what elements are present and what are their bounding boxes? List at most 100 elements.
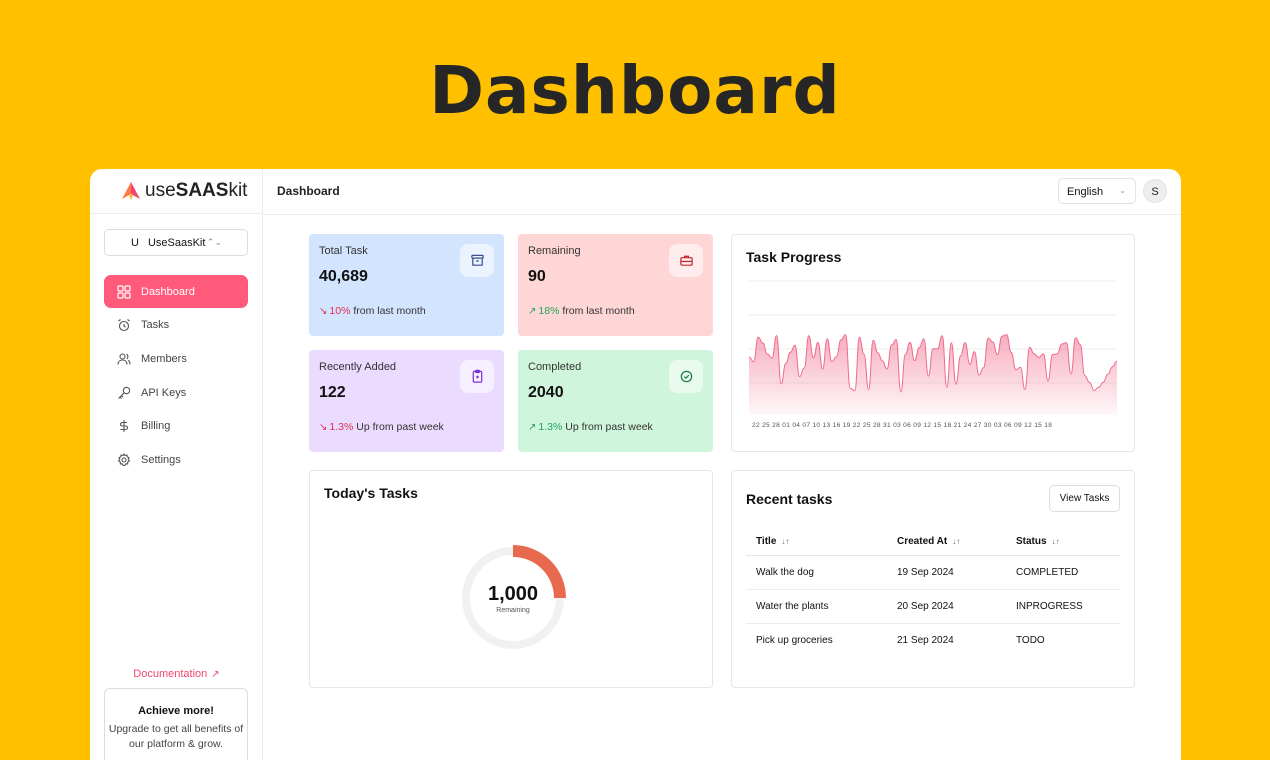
stat-pct: 10% bbox=[329, 305, 351, 317]
stat-icon-box bbox=[460, 244, 494, 277]
stat-value: 90 bbox=[528, 268, 546, 285]
x-tick-label: 21 bbox=[953, 422, 964, 429]
cell-title: Pick up groceries bbox=[756, 634, 833, 646]
app-window: use SAAS kit U UseSaasKit ⌃⌄ Dashboard Tas… bbox=[90, 169, 1181, 760]
x-tick-label: 04 bbox=[792, 422, 803, 429]
x-tick-label: 10 bbox=[812, 422, 823, 429]
documentation-label: Documentation bbox=[133, 668, 208, 680]
x-tick-label: 06 bbox=[1003, 422, 1015, 429]
recent-tasks-panel: Recent tasks View Tasks Title ↓↑ Created … bbox=[731, 470, 1135, 688]
x-tick-label: 22 bbox=[852, 422, 863, 429]
sidebar-item-label: Dashboard bbox=[141, 285, 195, 298]
topbar: Dashboard English ⌄ S bbox=[263, 169, 1181, 215]
stat-icon-box bbox=[669, 360, 703, 393]
language-value: English bbox=[1067, 186, 1104, 198]
x-tick-label: 31 bbox=[883, 422, 894, 429]
clipboard-icon bbox=[472, 369, 482, 383]
gear-icon bbox=[117, 452, 131, 466]
donut-value: 1,000 bbox=[487, 583, 539, 605]
recent-tasks-title: Recent tasks bbox=[746, 491, 833, 507]
x-tick-label: 27 bbox=[973, 422, 984, 429]
chevron-up-down-icon: ⌃⌄ bbox=[206, 237, 222, 247]
column-header-created-at[interactable]: Created At ↓↑ bbox=[887, 528, 1006, 556]
stat-card-remaining: Remaining 90 ↗ 18% from last month bbox=[518, 234, 713, 336]
stat-card-total-task: Total Task 40,689 ↘ 10% from last month bbox=[309, 234, 504, 336]
alarm-clock-icon bbox=[118, 319, 130, 332]
sidebar-item-label: Members bbox=[141, 352, 187, 365]
sidebar-item-tasks[interactable]: Tasks bbox=[104, 309, 248, 342]
users-icon bbox=[117, 353, 131, 365]
sort-icon: ↓↑ bbox=[781, 536, 790, 546]
upgrade-card[interactable]: Achieve more! Upgrade to get all benefit… bbox=[104, 688, 248, 760]
x-tick-label: 25 bbox=[862, 422, 873, 429]
upgrade-title: Achieve more! bbox=[138, 705, 214, 717]
table-row[interactable]: Walk the dog 19 Sep 2024 COMPLETED bbox=[746, 555, 1120, 590]
stat-icon-box bbox=[460, 360, 494, 393]
stat-trend: ↘ 1.3% Up from past week bbox=[319, 421, 444, 433]
trend-down-icon: ↘ bbox=[319, 422, 328, 433]
stat-value: 122 bbox=[319, 384, 346, 401]
x-tick-label: 06 bbox=[903, 422, 914, 429]
x-tick-label: 18 bbox=[943, 422, 954, 429]
task-progress-panel: Task Progress 22 25 28 01 04 07 10 13 16… bbox=[731, 234, 1135, 452]
trend-up-icon: ↗ bbox=[528, 422, 537, 433]
stat-icon-box bbox=[669, 244, 703, 277]
external-link-icon: ↗ bbox=[211, 669, 220, 680]
sidebar-item-billing[interactable]: Billing bbox=[104, 410, 248, 443]
column-header-status[interactable]: Status ↓↑ bbox=[1006, 528, 1120, 556]
sidebar-item-members[interactable]: Members bbox=[104, 342, 248, 375]
sidebar-item-dashboard[interactable]: Dashboard bbox=[104, 275, 248, 308]
stat-pct: 1.3% bbox=[329, 421, 354, 433]
x-tick-label: 19 bbox=[842, 422, 853, 429]
column-header-label: Created At bbox=[897, 535, 948, 547]
org-switcher[interactable]: U UseSaasKit ⌃⌄ bbox=[104, 229, 248, 256]
stat-value: 2040 bbox=[528, 384, 564, 401]
archive-icon bbox=[470, 254, 484, 266]
x-tick-label: 15 bbox=[933, 422, 944, 429]
x-tick-label: 28 bbox=[872, 422, 884, 429]
brand-logo[interactable]: use SAAS kit bbox=[90, 169, 262, 214]
table-row[interactable]: Pick up groceries 21 Sep 2024 TODO bbox=[746, 623, 1120, 657]
stat-trend: ↗ 18% from last month bbox=[528, 305, 635, 317]
language-select[interactable]: English ⌄ bbox=[1058, 178, 1136, 204]
key-icon bbox=[118, 386, 131, 399]
x-tick-label: 07 bbox=[802, 422, 813, 429]
donut-label: Remaining bbox=[496, 607, 530, 614]
grid-icon bbox=[117, 284, 131, 299]
trend-down-icon: ↘ bbox=[319, 306, 328, 317]
table-header-row: Title ↓↑ Created At ↓↑ Status ↓↑ bbox=[746, 528, 1120, 556]
recent-tasks-table: Title ↓↑ Created At ↓↑ Status ↓↑ Walk the d… bbox=[746, 528, 1120, 657]
stat-trend-text: from last month bbox=[562, 305, 635, 317]
x-tick-label: 12 bbox=[923, 422, 934, 429]
stat-trend: ↗ 1.3% Up from past week bbox=[528, 421, 653, 433]
brand-prefix: use bbox=[145, 180, 176, 201]
documentation-link[interactable]: Documentation ↗ bbox=[90, 668, 263, 680]
remaining-donut: 1,000 Remaining bbox=[456, 541, 570, 655]
stat-trend: ↘ 10% from last month bbox=[319, 305, 426, 317]
view-tasks-button[interactable]: View Tasks bbox=[1049, 485, 1120, 512]
x-tick-label: 30 bbox=[983, 422, 994, 429]
x-tick-label: 16 bbox=[832, 422, 843, 429]
cell-created-at: 20 Sep 2024 bbox=[887, 589, 1006, 624]
column-header-title[interactable]: Title ↓↑ bbox=[746, 528, 887, 556]
x-tick-label: 28 bbox=[772, 422, 783, 429]
sidebar-item-settings[interactable]: Settings bbox=[104, 443, 248, 476]
cell-title: Water the plants bbox=[746, 589, 887, 624]
column-header-label: Status bbox=[1016, 535, 1047, 547]
sidebar-item-api-keys[interactable]: API Keys bbox=[104, 376, 248, 409]
cell-status: INPROGRESS bbox=[1006, 589, 1120, 624]
org-initial: U bbox=[131, 236, 139, 249]
upgrade-text: Upgrade to get all benefits of our platf… bbox=[105, 722, 247, 752]
task-progress-area bbox=[749, 334, 1117, 415]
x-tick-label: 01 bbox=[782, 422, 793, 429]
stat-label: Remaining bbox=[528, 245, 581, 257]
brand-bold: SAAS bbox=[175, 180, 229, 201]
avatar[interactable]: S bbox=[1143, 179, 1167, 203]
sidebar-item-label: Billing bbox=[141, 420, 171, 433]
table-row[interactable]: Water the plants 20 Sep 2024 INPROGRESS bbox=[746, 589, 1120, 624]
chevron-down-icon: ⌄ bbox=[1119, 186, 1126, 195]
x-tick-label: 18 bbox=[1044, 422, 1053, 429]
stat-pct: 18% bbox=[538, 305, 560, 317]
stat-value: 40,689 bbox=[319, 268, 368, 285]
rocket-logo-icon bbox=[122, 182, 140, 200]
